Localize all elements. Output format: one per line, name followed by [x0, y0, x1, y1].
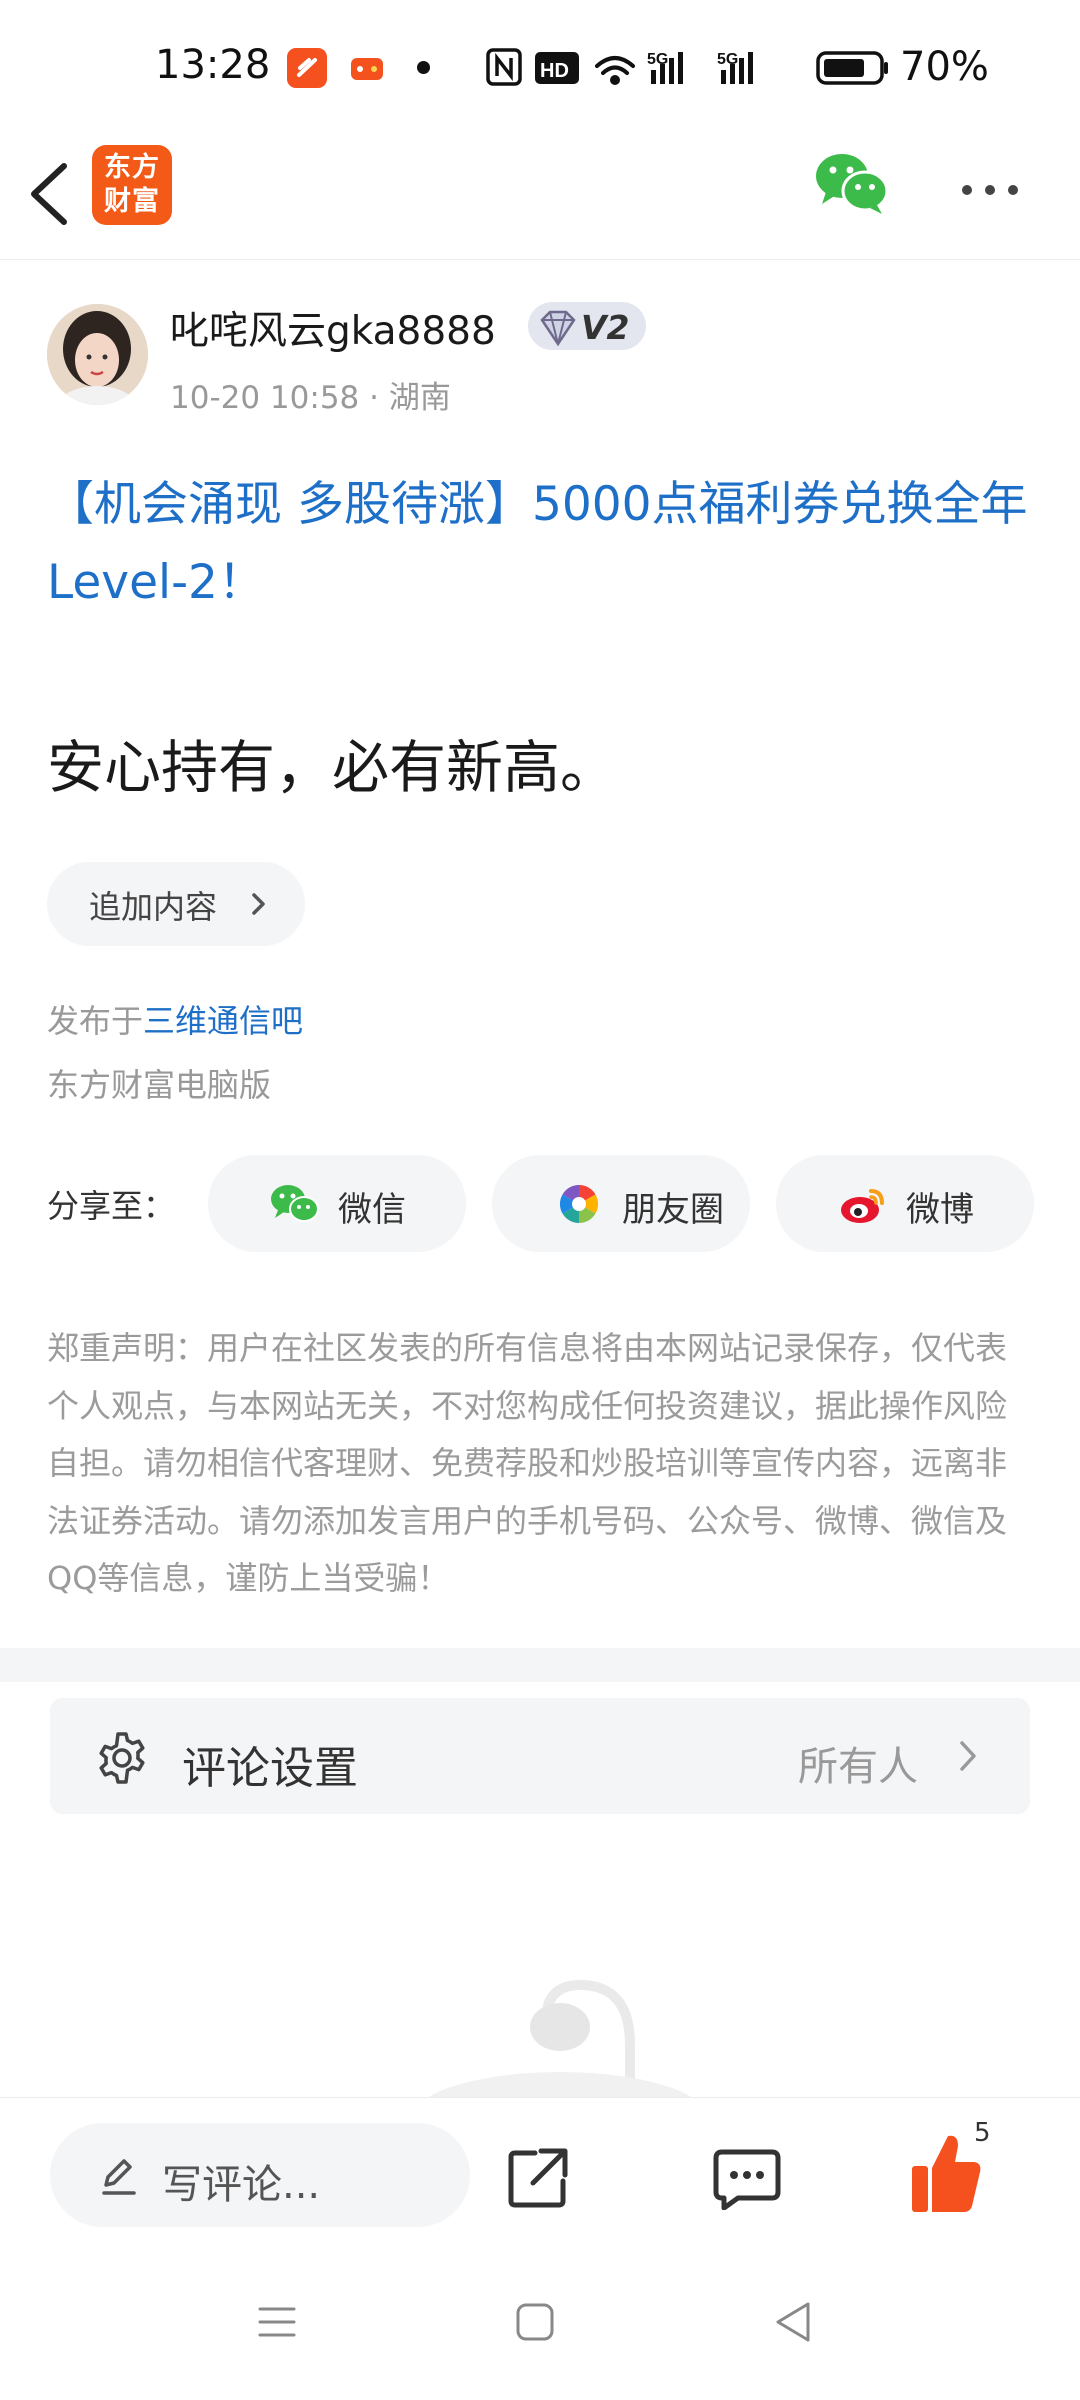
- hd-icon: HD: [535, 52, 579, 84]
- menu-icon[interactable]: [256, 2301, 298, 2343]
- comments-button[interactable]: [712, 2148, 782, 2211]
- diamond-icon: [540, 310, 576, 347]
- like-count: 5: [974, 2118, 991, 2148]
- empty-comments-illustration: [400, 1965, 720, 2100]
- battery-icon: [816, 51, 888, 85]
- share-moments-button[interactable]: 朋友圈: [492, 1155, 750, 1252]
- wechat-icon: [271, 1185, 319, 1222]
- share-wechat-button[interactable]: 微信: [208, 1155, 466, 1252]
- signal-5g-icon: 5G: [647, 51, 683, 84]
- wifi-icon: [595, 56, 635, 85]
- posted-in: 发布于三维通信吧: [47, 996, 303, 1042]
- share-moments-label: 朋友圈: [622, 1190, 724, 1230]
- weibo-icon: [841, 1189, 884, 1223]
- section-divider: [0, 1648, 1080, 1682]
- share-external-icon: [508, 2148, 568, 2208]
- share-weibo-button[interactable]: 微博: [776, 1155, 1034, 1252]
- comment-settings-label: 评论设置: [182, 1743, 358, 1794]
- posted-in-prefix: 发布于: [47, 1002, 144, 1040]
- status-bar: 13:28 HD 5G 5G 70%: [0, 0, 1080, 135]
- share-label: 分享至：: [47, 1187, 176, 1225]
- comment-settings-row[interactable]: 评论设置 所有人: [50, 1698, 1030, 1814]
- app-notification-icon: [287, 48, 327, 88]
- battery-percent: 70%: [900, 44, 989, 90]
- like-button[interactable]: [908, 2130, 984, 2216]
- dot-icon: [417, 61, 430, 74]
- signal-5g-icon: 5G: [717, 51, 753, 84]
- share-button[interactable]: [505, 2145, 571, 2211]
- svg-text:HD: HD: [540, 60, 569, 82]
- post-title[interactable]: 【机会涌现 多股待涨】5000点福利券兑换全年Level-2！: [47, 466, 1037, 622]
- back-icon: [31, 163, 67, 225]
- post-body: 安心持有，必有新高。: [47, 735, 617, 801]
- gear-icon: [99, 1732, 145, 1784]
- share-wechat-label: 微信: [338, 1190, 406, 1230]
- append-content-button[interactable]: 追加内容: [47, 862, 305, 946]
- author-name[interactable]: 叱咤风云gka8888: [170, 300, 496, 356]
- status-icons: HD 5G 5G: [486, 48, 888, 86]
- share-weibo-label: 微博: [906, 1190, 974, 1230]
- chevron-right-icon: [252, 893, 265, 915]
- svg-text:5G: 5G: [647, 51, 668, 68]
- logo-line-2: 财富: [104, 186, 160, 217]
- game-app-icon: [348, 50, 386, 86]
- wechat-share-button[interactable]: [814, 150, 890, 216]
- comment-icon: [713, 2149, 781, 2211]
- author-avatar[interactable]: [47, 304, 148, 405]
- more-icon: [962, 185, 1018, 195]
- write-comment-input[interactable]: 写评论...: [50, 2123, 470, 2227]
- write-comment-placeholder: 写评论...: [162, 2162, 321, 2208]
- pencil-icon: [102, 2159, 136, 2195]
- nfc-icon: [486, 48, 522, 86]
- client-source: 东方财富电脑版: [47, 1066, 272, 1104]
- svg-text:5G: 5G: [717, 51, 738, 68]
- more-button[interactable]: [955, 175, 1025, 205]
- back-button[interactable]: [22, 147, 82, 241]
- vip-badge-label: V2: [581, 308, 630, 347]
- home-icon[interactable]: [514, 2301, 556, 2343]
- system-nav-bar: [0, 2267, 1080, 2400]
- wechat-icon: [816, 154, 889, 214]
- disclaimer-text: 郑重声明：用户在社区发表的所有信息将由本网站记录保存，仅代表个人观点，与本网站无…: [47, 1329, 1008, 1598]
- bottom-action-bar: 写评论... 5: [0, 2097, 1080, 2267]
- app-logo[interactable]: 东方 财富: [92, 145, 172, 225]
- back-triangle-icon[interactable]: [772, 2299, 814, 2345]
- thumbs-up-icon: [912, 2135, 981, 2212]
- moments-icon: [559, 1185, 599, 1223]
- comment-settings-value: 所有人: [798, 1744, 918, 1790]
- chevron-right-icon: [960, 1741, 976, 1771]
- logo-line-1: 东方: [104, 152, 160, 183]
- status-time: 13:28: [155, 42, 271, 88]
- append-content-label: 追加内容: [89, 888, 218, 926]
- post-meta: 10-20 10:58 · 湖南: [170, 380, 451, 416]
- forum-link[interactable]: 三维通信吧: [143, 1002, 303, 1040]
- top-bar: 东方 财富: [0, 135, 1080, 260]
